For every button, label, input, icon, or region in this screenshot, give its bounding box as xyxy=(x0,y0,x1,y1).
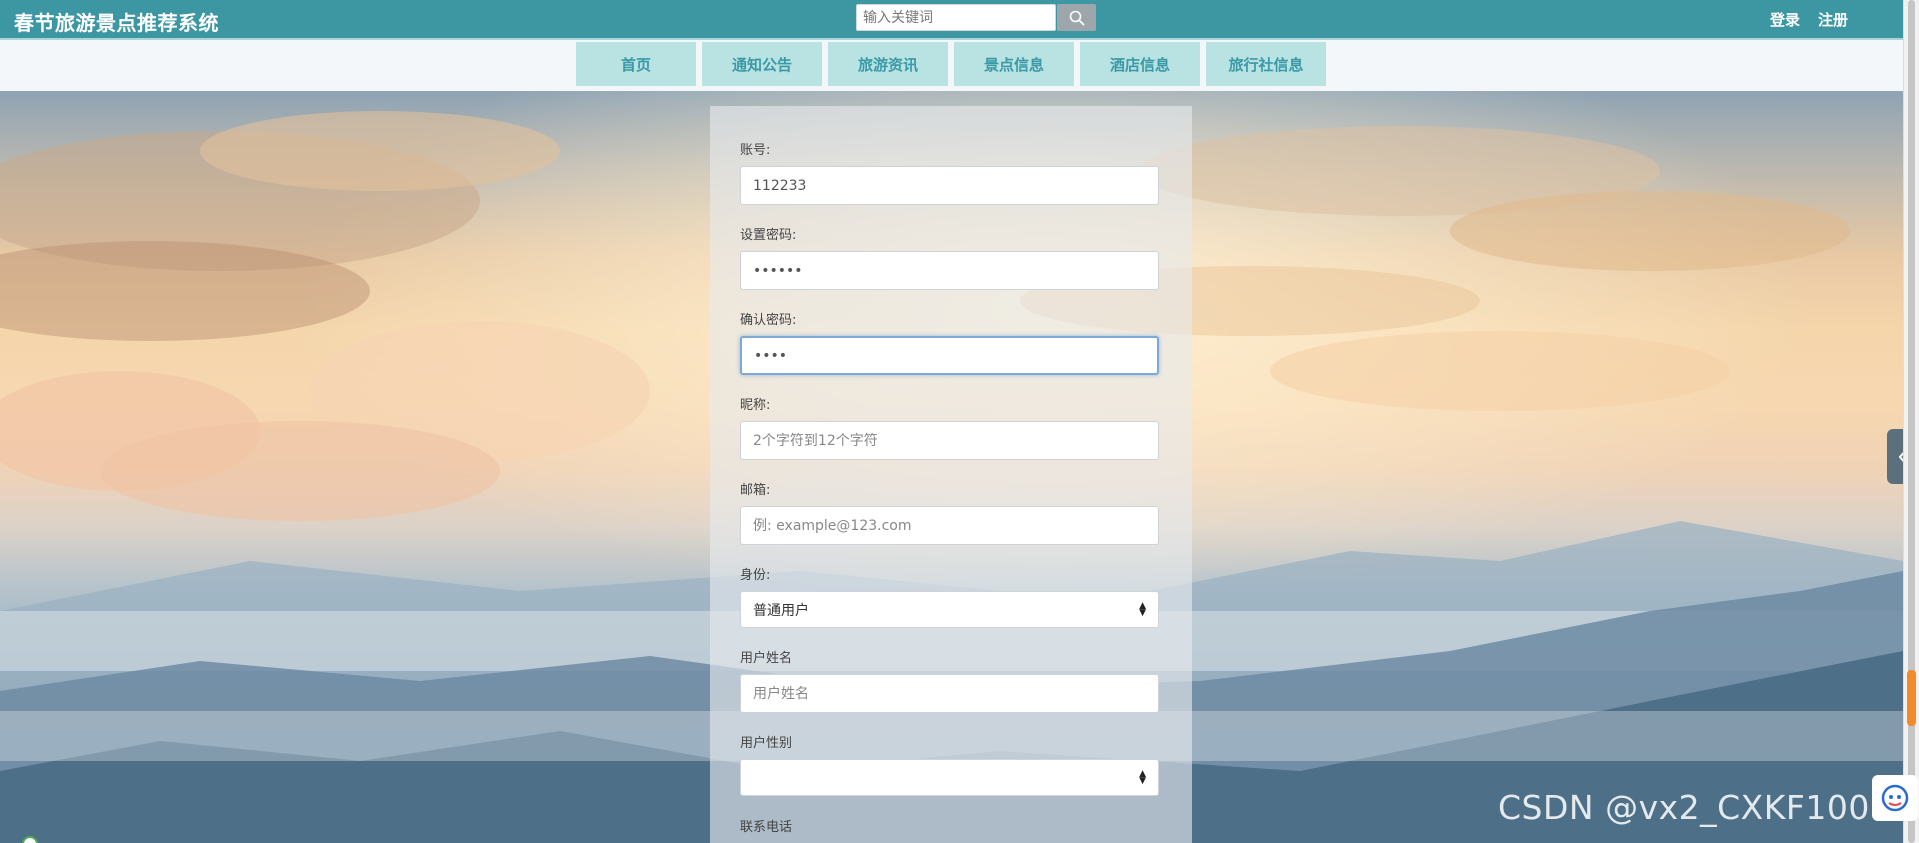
confirm-password-input[interactable] xyxy=(740,336,1159,375)
gender-select[interactable]: ▲ ▼ xyxy=(740,759,1159,796)
identity-label: 身份: xyxy=(740,568,771,583)
real-name-label: 用户姓名 xyxy=(740,651,793,666)
sort-arrows-icon: ▲ ▼ xyxy=(1139,768,1146,786)
account-input[interactable] xyxy=(740,166,1159,205)
phone-label: 联系电话 xyxy=(740,820,793,835)
auth-links: 登录 注册 xyxy=(1770,9,1848,30)
nav-items: 首页 通知公告 旅游资讯 景点信息 酒店信息 旅行社信息 xyxy=(576,42,1326,86)
nav-item-hotels[interactable]: 酒店信息 xyxy=(1080,42,1200,86)
password-label: 设置密码: xyxy=(740,228,797,243)
sort-arrows-icon: ▲ ▼ xyxy=(1139,600,1146,618)
nav-item-attractions[interactable]: 景点信息 xyxy=(954,42,1074,86)
confirm-password-label: 确认密码: xyxy=(740,313,797,328)
nav-item-travel-news[interactable]: 旅游资讯 xyxy=(828,42,948,86)
nav-item-home[interactable]: 首页 xyxy=(576,42,696,86)
real-name-input[interactable] xyxy=(740,674,1159,713)
assistant-icon xyxy=(1881,784,1909,812)
nickname-input[interactable] xyxy=(740,421,1159,460)
top-header: 春节旅游景点推荐系统 登录 注册 xyxy=(0,0,1903,40)
scroll-indicator xyxy=(1907,670,1916,726)
registration-form: 账号: 设置密码: 确认密码: 昵称: 邮箱: 身份: 普通用户 ▲▼ 用户姓名… xyxy=(710,106,1192,843)
page-scrollbar[interactable] xyxy=(1903,0,1919,843)
search-button[interactable] xyxy=(1057,4,1096,31)
gender-label: 用户性别 xyxy=(740,736,793,751)
csdn-watermark: CSDN @vx2_CXKF1000 xyxy=(1498,788,1892,827)
assistant-widget[interactable] xyxy=(1872,775,1918,821)
email-input[interactable] xyxy=(740,506,1159,545)
identity-select[interactable]: 普通用户 ▲ ▼ xyxy=(740,591,1159,628)
main-nav: 首页 通知公告 旅游资讯 景点信息 酒店信息 旅行社信息 xyxy=(0,40,1903,91)
account-label: 账号: xyxy=(740,143,771,158)
identity-selected-value: 普通用户 xyxy=(753,602,809,619)
login-link[interactable]: 登录 xyxy=(1770,9,1800,30)
email-label: 邮箱: xyxy=(740,483,771,498)
search-input[interactable] xyxy=(856,4,1056,31)
nav-item-notices[interactable]: 通知公告 xyxy=(702,42,822,86)
site-title: 春节旅游景点推荐系统 xyxy=(14,11,219,35)
nickname-label: 昵称: xyxy=(740,398,771,413)
register-link[interactable]: 注册 xyxy=(1818,9,1848,30)
password-input[interactable] xyxy=(740,251,1159,290)
nav-item-travel-agencies[interactable]: 旅行社信息 xyxy=(1206,42,1326,86)
search-icon xyxy=(1069,10,1084,25)
